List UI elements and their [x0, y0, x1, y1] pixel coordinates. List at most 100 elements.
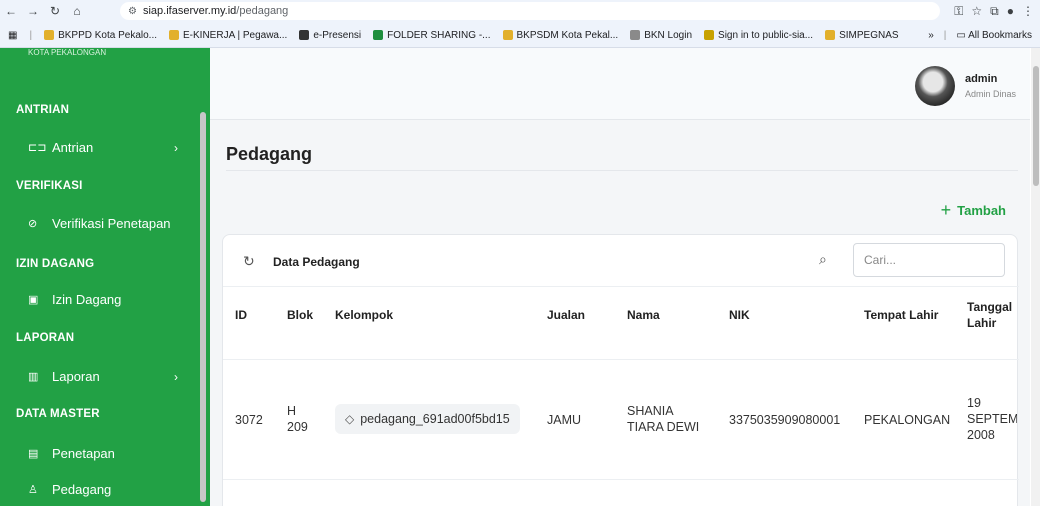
more-bookmarks-button[interactable]: » [928, 30, 934, 41]
cell-jualan: JAMU [547, 413, 582, 427]
bookmarks-bar: ▦ | BKPPD Kota Pekalo... E-KINERJA | Pega… [0, 24, 1040, 46]
reload-icon[interactable]: ↻ [44, 0, 66, 22]
sidebar-section-verifikasi: VERIFIKASI [16, 180, 83, 192]
bookmark-label: BKPPD Kota Pekalo... [58, 29, 158, 41]
menu-icon[interactable]: ⋮ [1022, 4, 1034, 18]
bookmark-favicon-icon [373, 30, 384, 40]
sidebar-item-pedagang[interactable]: ♙ Pedagang [28, 482, 188, 497]
bookmarks-divider: | [29, 29, 33, 41]
page-scrollbar-thumb[interactable] [1033, 66, 1039, 186]
sidebar-section-antrian: ANTRIAN [16, 104, 70, 116]
cell-tempat-lahir: PEKALONGAN [864, 413, 951, 427]
title-divider [226, 170, 1018, 171]
col-header-kelompok[interactable]: Kelompok [335, 307, 393, 323]
bookmark-item[interactable]: Sign in to public-sia... [704, 30, 813, 41]
col-header-jualan[interactable]: Jualan [547, 307, 585, 323]
bookmark-item[interactable]: SIMPEGNAS [825, 29, 899, 41]
home-icon[interactable]: ⌂ [66, 0, 88, 22]
star-icon[interactable]: ☆ [971, 4, 982, 18]
extensions-icon[interactable]: ⧉ [990, 4, 999, 19]
sidebar: KOTA PEKALONGAN ANTRIAN ⊏⊐ Antrian › VER… [0, 48, 210, 506]
user-role: Admin Dinas [964, 89, 1016, 99]
all-bookmarks-button[interactable]: ▭ All Bookmarks [956, 30, 1032, 41]
sidebar-section-data-master: DATA MASTER [16, 408, 100, 420]
bookmark-item[interactable]: BKPPD Kota Pekalo... [44, 30, 157, 41]
bookmark-favicon-icon [630, 30, 641, 40]
kelompok-chip: ◇ pedagang_691ad00f5bd15 [335, 404, 520, 434]
col-header-id[interactable]: ID [235, 307, 247, 323]
plus-icon: + [940, 200, 952, 220]
bar-chart-icon: ▥ [28, 371, 39, 383]
sidebar-scrollbar[interactable] [200, 112, 206, 502]
sidebar-section-laporan: LAPORAN [16, 332, 75, 344]
sidebar-item-izin-dagang[interactable]: ▣ Izin Dagang [28, 292, 188, 307]
id-card-icon: ▣ [28, 294, 39, 306]
site-settings-icon[interactable]: ⚙ [128, 6, 137, 17]
sidebar-item-label: Penetapan [52, 446, 115, 461]
bookmark-favicon-icon [299, 30, 310, 40]
sidebar-section-izin-dagang: IZIN DAGANG [16, 258, 95, 270]
add-button[interactable]: + Tambah [941, 200, 1006, 221]
apps-icon[interactable]: ▦ [8, 30, 17, 41]
bookmark-label: BKPSDM Kota Pekal... [516, 29, 619, 41]
address-bar[interactable]: ⚙ siap.ifaserver.my.id/pedagang [120, 2, 940, 20]
back-icon[interactable]: ← [0, 0, 22, 22]
col-header-blok[interactable]: Blok [287, 307, 313, 323]
user-menu[interactable]: admin Admin Dinas [914, 66, 1016, 106]
sidebar-item-label: Antrian [52, 140, 94, 155]
bookmarks-divider-right: | [943, 29, 947, 41]
add-button-label: Tambah [957, 203, 1006, 218]
bookmark-label: BKN Login [644, 29, 693, 41]
card-header: ↻ Data Pedagang ⌕ [223, 235, 1019, 287]
bookmark-item[interactable]: BKN Login [630, 30, 692, 41]
tag-icon: ◇ [345, 412, 355, 426]
col-header-tanggal-lahir[interactable]: Tanggal Lahir [967, 299, 1017, 331]
url-path: /pedagang [236, 5, 289, 17]
card-title: Data Pedagang [273, 255, 360, 269]
check-circle-icon: ⊘ [28, 218, 38, 230]
sidebar-item-label: Izin Dagang [52, 292, 122, 307]
avatar[interactable] [914, 66, 955, 106]
url-host: siap.ifaserver.my.id [142, 5, 237, 17]
bookmark-item[interactable]: e-Presensi [299, 30, 361, 41]
chevron-right-icon: › [174, 369, 178, 384]
bookmark-item[interactable]: BKPSDM Kota Pekal... [502, 29, 619, 41]
bookmark-favicon-icon [502, 30, 513, 40]
cell-nik: 3375035909080001 [729, 413, 841, 427]
search-icon: ⌕ [819, 251, 827, 267]
profile-icon[interactable]: ● [1007, 4, 1014, 18]
folder-icon: ▭ [956, 29, 969, 41]
ticket-icon: ⊏⊐ [28, 142, 47, 154]
bookmark-item[interactable]: E-KINERJA | Pegawa... [169, 30, 287, 41]
pedagang-card: ↻ Data Pedagang ⌕ ID Blok Kelompok Juala… [222, 234, 1019, 506]
search-input[interactable] [853, 243, 1005, 277]
col-header-tempat-lahir[interactable]: Tempat Lahir [864, 307, 938, 323]
bookmark-favicon-icon [825, 30, 836, 40]
bookmark-label: SIMPEGNAS [839, 29, 899, 41]
bookmark-item[interactable]: FOLDER SHARING -... [373, 30, 491, 41]
page-title: Pedagang [226, 144, 313, 164]
user-name: admin [964, 73, 998, 85]
bookmarks-right: » | ▭ All Bookmarks [928, 24, 1032, 46]
calendar-icon: ▤ [28, 448, 39, 460]
bookmark-label: e-Presensi [313, 29, 362, 41]
main-content: admin Admin Dinas Pedagang + Tambah ↻ Da… [210, 48, 1030, 506]
user-icon: ♙ [28, 484, 38, 496]
forward-icon[interactable]: → [22, 0, 44, 22]
bookmark-favicon-icon [704, 30, 715, 40]
chevron-right-icon: › [174, 140, 178, 155]
bookmark-favicon-icon [169, 30, 180, 40]
sidebar-item-laporan[interactable]: ▥ Laporan › [28, 369, 188, 384]
col-header-nama[interactable]: Nama [627, 307, 660, 323]
browser-tools: ⚿ ☆ ⧉ ● ⋮ [954, 0, 1034, 22]
sidebar-item-verifikasi-penetapan[interactable]: ⊘ Verifikasi Penetapan [28, 216, 203, 231]
sidebar-item-antrian[interactable]: ⊏⊐ Antrian › [28, 140, 188, 155]
top-header: admin Admin Dinas [210, 48, 1030, 120]
refresh-icon[interactable]: ↻ [243, 253, 255, 270]
col-header-nik[interactable]: NIK [729, 307, 750, 323]
cell-id: 3072 [235, 413, 263, 427]
cell-nama: SHANIA TIARA DEWI [627, 404, 700, 434]
page-scrollbar[interactable] [1031, 48, 1040, 506]
sidebar-item-penetapan[interactable]: ▤ Penetapan [28, 446, 188, 461]
key-icon[interactable]: ⚿ [954, 4, 963, 19]
